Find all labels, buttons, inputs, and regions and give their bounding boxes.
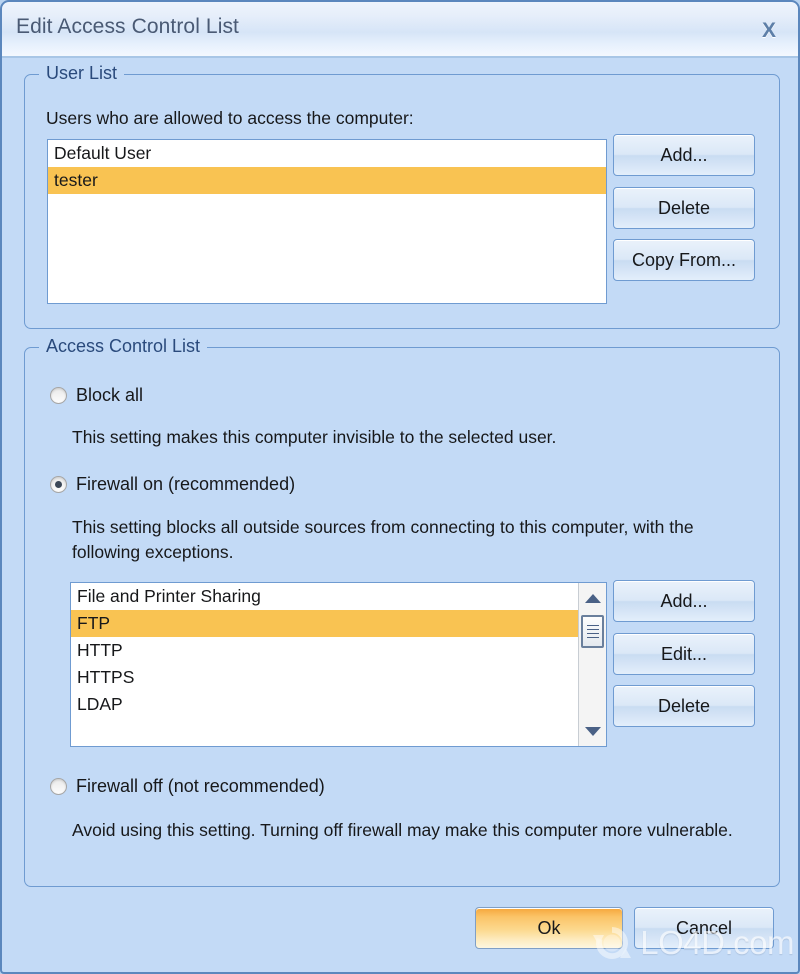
radio-block-all[interactable]: Block all (50, 385, 143, 406)
radio-button-icon[interactable] (50, 387, 67, 404)
list-item[interactable]: LDAP (71, 691, 606, 718)
edit-access-control-list-dialog: Edit Access Control List X User List Use… (0, 0, 800, 974)
radio-firewall-off-label: Firewall off (not recommended) (76, 776, 325, 796)
exceptions-scrollbar[interactable] (578, 583, 606, 746)
list-item[interactable]: Default User (48, 140, 606, 167)
delete-user-button[interactable]: Delete (613, 187, 755, 229)
cancel-button[interactable]: Cancel (634, 907, 774, 949)
radio-firewall-off[interactable]: Firewall off (not recommended) (50, 776, 325, 797)
title-bar: Edit Access Control List X (2, 2, 798, 58)
list-item[interactable]: File and Printer Sharing (71, 583, 606, 610)
list-item[interactable]: FTP (71, 610, 606, 637)
edit-exception-button[interactable]: Edit... (613, 633, 755, 675)
list-item[interactable]: HTTP (71, 637, 606, 664)
radio-button-icon[interactable] (50, 476, 67, 493)
exceptions-listbox[interactable]: File and Printer Sharing FTP HTTP HTTPS … (70, 582, 607, 747)
radio-firewall-on-label: Firewall on (recommended) (76, 474, 296, 494)
user-listbox[interactable]: Default User tester (47, 139, 607, 304)
add-user-button[interactable]: Add... (613, 134, 755, 176)
block-all-description: This setting makes this computer invisib… (72, 427, 557, 447)
radio-button-icon[interactable] (50, 778, 67, 795)
add-exception-button[interactable]: Add... (613, 580, 755, 622)
firewall-on-description: This setting blocks all outside sources … (72, 517, 699, 562)
copy-from-button[interactable]: Copy From... (613, 239, 755, 281)
user-list-description: Users who are allowed to access the comp… (46, 108, 414, 128)
close-icon[interactable]: X (756, 18, 782, 44)
scrollbar-thumb[interactable] (581, 615, 604, 648)
list-item[interactable]: HTTPS (71, 664, 606, 691)
radio-firewall-on[interactable]: Firewall on (recommended) (50, 474, 295, 495)
delete-exception-button[interactable]: Delete (613, 685, 755, 727)
user-list-group-legend: User List (39, 63, 125, 84)
firewall-off-description: Avoid using this setting. Turning off fi… (72, 820, 733, 840)
radio-block-all-label: Block all (76, 385, 144, 405)
scroll-up-icon[interactable] (579, 585, 606, 611)
access-control-list-group-legend: Access Control List (39, 336, 208, 357)
page-title: Edit Access Control List (16, 15, 239, 38)
ok-button[interactable]: Ok (475, 907, 623, 949)
scroll-down-icon[interactable] (579, 718, 606, 744)
list-item[interactable]: tester (48, 167, 606, 194)
